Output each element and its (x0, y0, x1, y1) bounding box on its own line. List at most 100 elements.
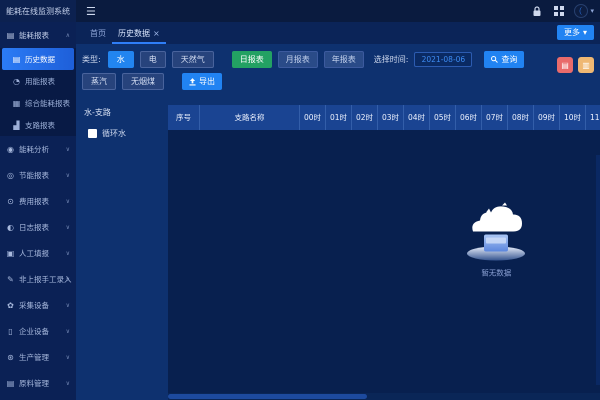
tree-node-label: 循环水 (102, 128, 126, 139)
column-header-06时: 06时 (456, 105, 482, 130)
sidebar-item-label: 支路报表 (25, 120, 55, 131)
tree-node-checkbox[interactable] (88, 129, 97, 138)
column-header-07时: 07时 (482, 105, 508, 130)
sidebar-item-非上报手工录入[interactable]: ✎ 非上报手工录入∨ (0, 266, 76, 292)
sidebar-item-生产管理[interactable]: ⊛生产管理∨ (0, 344, 76, 370)
type-filter-蒸汽[interactable]: 蒸汽 (82, 73, 116, 90)
empty-state: 暂无数据 (453, 202, 539, 279)
sidebar-item-label: 能耗分析 (19, 144, 49, 155)
horizontal-scrollbar[interactable] (168, 393, 600, 400)
no-data-cloud-icon (453, 202, 539, 264)
sidebar-group-energy-reports[interactable]: ▤能耗报表∧ (0, 22, 76, 48)
column-header-00时: 00时 (300, 105, 326, 130)
menu-item-icon: ◔ (12, 77, 21, 86)
sidebar-item-能耗分析[interactable]: ◉能耗分析∨ (0, 136, 76, 162)
sidebar-item-用能报表[interactable]: ◔ 用能报表 (0, 70, 76, 92)
chevron-down-icon: ∨ (66, 224, 70, 231)
chevron-down-icon: ∨ (66, 276, 70, 283)
export-button[interactable]: 导出 (182, 73, 222, 90)
vertical-scrollbar[interactable] (596, 155, 600, 385)
tab-label: 历史数据 (118, 29, 150, 38)
chevron-down-icon: ∨ (66, 172, 70, 179)
user-avatar[interactable] (574, 4, 588, 18)
column-header-支路名称: 支路名称 (200, 105, 300, 130)
sidebar-item-采集设备[interactable]: ✿ 采集设备 ∨ (0, 292, 76, 318)
report-period-月报表[interactable]: 月报表 (278, 51, 318, 68)
magnifier-icon (491, 56, 498, 63)
upload-icon (189, 78, 196, 86)
sidebar-item-原料管理[interactable]: ▤原料管理∨ (0, 370, 76, 396)
menu-item-icon: ⊛ (6, 353, 15, 362)
export-button-label: 导出 (199, 76, 215, 87)
more-button[interactable]: 更多▾ (557, 25, 594, 40)
report-period-日报表[interactable]: 日报表 (232, 51, 272, 68)
empty-state-text: 暂无数据 (481, 268, 511, 279)
sidebar-item-label: 用能报表 (25, 76, 55, 87)
sidebar-item-label: 采集设备 (19, 300, 49, 311)
column-header-02时: 02时 (352, 105, 378, 130)
menu-item-icon: ✿ (6, 301, 15, 310)
chevron-up-icon: ∧ (66, 32, 70, 39)
report-period-年报表[interactable]: 年报表 (324, 51, 364, 68)
sidebar-item-label: 费用报表 (19, 196, 49, 207)
menu-item-icon: ◉ (6, 145, 15, 154)
tab-close-icon[interactable]: × (153, 29, 160, 38)
table-view-button[interactable]: ▤ (557, 57, 573, 73)
column-header-01时: 01时 (326, 105, 352, 130)
sidebar-item-节能报表[interactable]: ◎节能报表∨ (0, 162, 76, 188)
menu-item-icon: ✎ (6, 275, 15, 284)
date-picker-input[interactable]: 2021-08-06 (414, 52, 472, 67)
report-icon: ▤ (6, 31, 15, 40)
menu-item-icon: ⊙ (6, 197, 15, 206)
chevron-down-icon: ∨ (66, 250, 70, 257)
tab-bar: 首页历史数据× 更多▾ (76, 22, 600, 44)
chevron-down-icon: ∨ (66, 302, 70, 309)
user-menu-chevron-down-icon[interactable]: ▾ (590, 7, 594, 15)
menu-item-icon: ◎ (6, 171, 15, 180)
more-button-label: 更多 (564, 27, 580, 38)
hamburger-menu-icon[interactable]: ☰ (86, 6, 96, 17)
tab-历史数据[interactable]: 历史数据× (112, 28, 166, 44)
menu-item-icon: ◐ (6, 223, 15, 232)
column-header-04时: 04时 (404, 105, 430, 130)
tree-node-循环水[interactable]: 循环水 (84, 128, 162, 139)
sidebar-item-企业设备[interactable]: ▯企业设备∨ (0, 318, 76, 344)
type-filter-水[interactable]: 水 (108, 51, 134, 68)
sidebar-item-日志报表[interactable]: ◐日志报表∨ (0, 214, 76, 240)
menu-item-icon: ▯ (6, 327, 15, 336)
type-filter-label: 类型: (82, 54, 101, 65)
filter-toolbar: 类型: 水电天然气日报表月报表年报表选择时间:2021-08-06查询 蒸汽无烟… (76, 44, 600, 101)
sidebar-item-费用报表[interactable]: ⊙费用报表∨ (0, 188, 76, 214)
sidebar-item-label: 非上报手工录入 (19, 274, 72, 285)
column-header-序号: 序号 (168, 105, 200, 130)
column-header-11时: 11时 (586, 105, 600, 130)
type-filter-天然气[interactable]: 天然气 (172, 51, 214, 68)
tab-首页[interactable]: 首页 (84, 28, 112, 44)
chevron-down-icon: ∨ (66, 354, 70, 361)
chart-view-button[interactable]: ▥ (578, 57, 594, 73)
quick-action-buttons: ▤▥ (557, 57, 594, 73)
more-chevron-down-icon: ▾ (583, 28, 587, 37)
menu-item-icon: ▤ (12, 55, 21, 64)
menu-item-icon: ▦ (12, 99, 21, 108)
sidebar-item-人工填报[interactable]: ▣人工填报∨ (0, 240, 76, 266)
sidebar-item-成品管理[interactable]: ▥成品管理∨ (0, 396, 76, 400)
apps-grid-icon[interactable] (552, 4, 566, 18)
sidebar-item-支路报表[interactable]: ▟支路报表 (0, 114, 76, 136)
sidebar-item-label: 历史数据 (25, 54, 55, 65)
sidebar-nav: ▤能耗报表∧▤历史数据◔用能报表▦综合能耗报表▟支路报表◉能耗分析∨◎节能报表∨… (0, 22, 76, 400)
sidebar-item-历史数据[interactable]: ▤ 历史数据 (2, 48, 74, 70)
sidebar-item-label: 综合能耗报表 (25, 98, 70, 109)
sidebar-item-label: 人工填报 (19, 248, 49, 259)
lock-icon[interactable] (530, 4, 544, 18)
column-header-08时: 08时 (508, 105, 534, 130)
app-window: 能耗在线监测系统 ☰ ▾ ▤能耗报表∧▤历史数据◔用能报表▦综合能耗报表▟支路报… (0, 0, 600, 400)
table-header-row: 序号支路名称00时01时02时03时04时05时06时07时08时09时10时1… (168, 105, 600, 130)
search-button-label: 查询 (501, 54, 517, 65)
table-body: 暂无数据 (168, 130, 600, 393)
horizontal-scrollbar-thumb[interactable] (168, 394, 367, 399)
sidebar-item-综合能耗报表[interactable]: ▦ 综合能耗报表 (0, 92, 76, 114)
type-filter-电[interactable]: 电 (140, 51, 166, 68)
search-button[interactable]: 查询 (484, 51, 524, 68)
type-filter-无烟煤[interactable]: 无烟煤 (122, 73, 164, 90)
